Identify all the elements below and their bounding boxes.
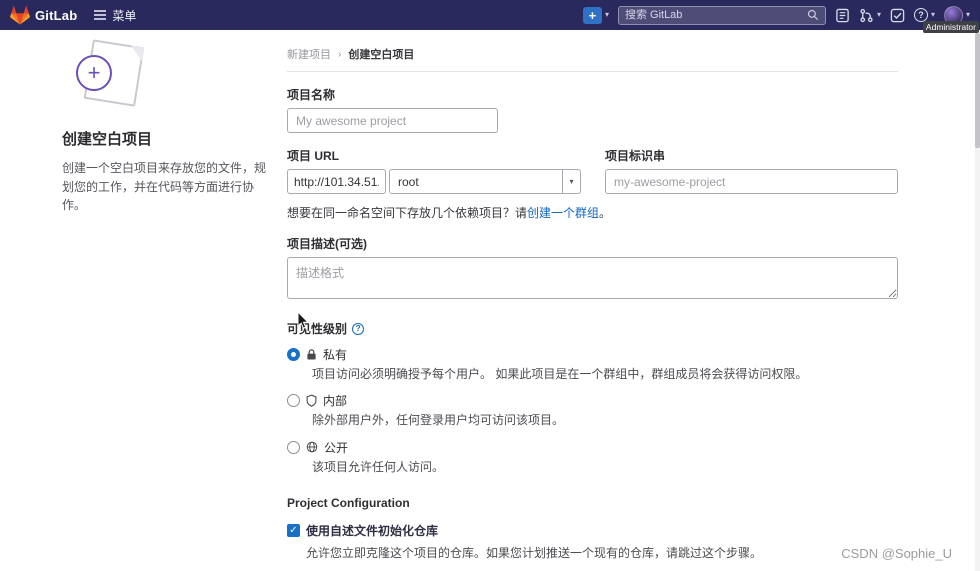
readme-option: ✓ 使用自述文件初始化仓库 [287,522,898,539]
logo-text: GitLab [35,7,78,23]
navbar-right: + ▾ ▾ [582,5,970,25]
plus-circle-icon: + [76,55,112,91]
project-name-label: 项目名称 [287,88,336,102]
page-title: 创建空白项目 [62,131,153,148]
project-slug-input[interactable] [605,169,898,194]
project-name-input[interactable] [287,108,498,133]
radio-internal[interactable] [287,394,300,408]
top-navbar: GitLab 菜单 + ▾ 搜索 GitLab ▾ ? ▾ ▾ [0,0,980,30]
avatar-tooltip: Administrator [922,21,979,33]
globe-icon [306,442,318,453]
merge-requests-dropdown[interactable]: ▾ [859,8,881,23]
search-icon [807,9,819,21]
watermark: CSDN @Sophie_U [841,546,952,561]
issues-icon[interactable] [835,8,850,23]
intro-panel: + 创建空白项目 创建一个空白项目来存放您的文件，规划您的工作，并在代码等方面进… [62,39,268,215]
project-description-input[interactable] [287,257,898,299]
create-group-link[interactable]: 创建一个群组 [527,206,599,220]
project-url-prefix-input[interactable] [287,169,386,194]
divider [287,71,898,72]
readme-checkbox[interactable]: ✓ [287,524,300,538]
caret-down-icon: ▾ [876,10,881,19]
visibility-description: 项目访问必须明确授予每个用户。 如果此项目是在一个群组中，群组成员将会获得访问权… [312,367,808,381]
visibility-name: 私有 [323,348,348,362]
help-dropdown[interactable]: ? ▾ [913,8,935,22]
select-caret-icon: ▾ [562,170,580,193]
caret-down-icon: ▾ [930,10,935,19]
gitlab-logo[interactable]: GitLab [10,5,78,25]
readme-description: 允许您立即克隆这个项目的仓库。如果您计划推送一个现有的仓库，请跳过这个步骤。 [306,546,763,561]
plus-icon: + [582,6,602,24]
gitlab-tanuki-icon [10,5,30,24]
group-hint: 想要在同一命名空间下存放几个依赖项目？请创建一个群组。 [287,204,898,221]
project-description-label: 项目描述(可选) [287,237,367,251]
namespace-select[interactable]: root ▾ [389,169,581,194]
radio-private[interactable] [287,348,300,361]
visibility-option-private: 私有 项目访问必须明确授予每个用户。 如果此项目是在一个群组中，群组成员将会获得… [287,346,898,383]
issues-list-icon [836,8,849,22]
group-hint-text: 想要在同一命名空间下存放几个依赖项目？请 [287,206,528,220]
project-slug-label: 项目标识串 [605,149,666,163]
scrollbar-thumb[interactable] [975,33,980,148]
shield-icon [306,394,317,408]
merge-request-icon [860,8,873,22]
hamburger-icon [94,10,107,20]
radio-public[interactable] [287,440,300,454]
new-project-form: 新建项目 › 创建空白项目 项目名称 项目 URL root ▾ 项目标识串 想… [287,46,898,571]
namespace-value: root [398,174,419,189]
visibility-option-public: 公开 该项目允许任何人访问。 [287,439,898,476]
breadcrumb: 新建项目 › 创建空白项目 [287,46,898,62]
project-configuration-label: Project Configuration [287,496,410,511]
visibility-description: 该项目允许任何人访问。 [312,459,445,474]
blank-project-illustration: + [62,39,268,112]
menu-label: 菜单 [112,8,137,23]
menu-button[interactable]: 菜单 [93,7,136,24]
visibility-option-internal: 内部 除外部用户外，任何登录用户均可访问该项目。 [287,392,898,429]
search-input[interactable] [624,9,801,21]
visibility-description: 除外部用户外，任何登录用户均可访问该项目。 [312,413,565,428]
visibility-name: 内部 [323,394,348,409]
todos-icon[interactable] [890,8,905,23]
caret-down-icon: ▾ [604,10,609,19]
help-icon: ? [913,8,928,22]
todo-check-icon [890,8,905,22]
visibility-label: 可见性级别 [287,322,348,336]
group-hint-suffix: 。 [599,206,612,220]
global-search[interactable] [617,5,826,25]
visibility-help-icon[interactable]: ? [352,322,365,335]
caret-down-icon: ▾ [965,10,970,19]
readme-label: 使用自述文件初始化仓库 [306,524,439,539]
project-url-label: 项目 URL [287,149,339,163]
scrollbar[interactable] [975,30,980,571]
mouse-cursor [297,311,310,329]
breadcrumb-current: 创建空白项目 [348,49,415,61]
new-dropdown-button[interactable]: + ▾ [582,6,609,24]
visibility-name: 公开 [324,440,349,455]
breadcrumb-separator: › [338,48,342,60]
breadcrumb-parent[interactable]: 新建项目 [287,46,331,62]
page-description: 创建一个空白项目来存放您的文件，规划您的工作，并在代码等方面进行协作。 [62,161,267,213]
lock-icon [307,349,316,360]
url-row: 项目 URL root ▾ 项目标识串 [287,133,898,194]
